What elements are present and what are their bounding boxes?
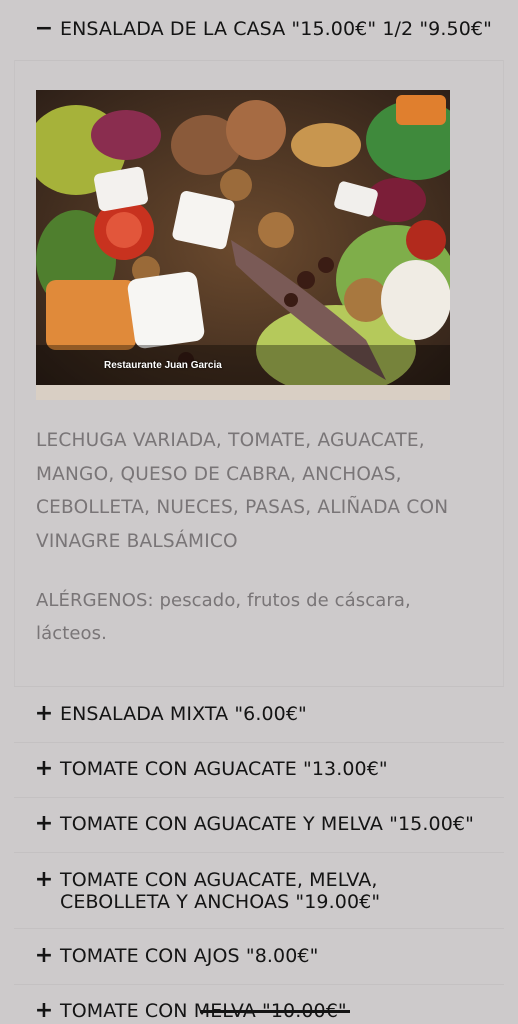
divider	[14, 852, 504, 853]
accordion-title: TOMATE CON AGUACATE, MELVA, CEBOLLETA Y …	[60, 869, 381, 913]
menu-page: − ENSALADA DE LA CASA "15.00€" 1/2 "9.50…	[0, 0, 518, 1024]
plus-icon: +	[34, 756, 54, 781]
plus-icon: +	[34, 811, 54, 836]
accordion-header-ensalada-de-la-casa[interactable]: − ENSALADA DE LA CASA "15.00€" 1/2 "9.50…	[14, 16, 504, 41]
accordion-title: ENSALADA MIXTA "6.00€"	[60, 703, 307, 725]
accordion-title: TOMATE CON AGUACATE "13.00€"	[60, 758, 388, 780]
minus-icon: −	[34, 16, 54, 41]
accordion-header-tomate-aguacate-melva-cebolleta-anchoas[interactable]: + TOMATE CON AGUACATE, MELVA, CEBOLLETA …	[14, 867, 504, 914]
divider	[14, 797, 504, 798]
accordion-title: TOMATE CON AJOS "8.00€"	[60, 945, 319, 967]
accordion-header-tomate-con-ajos[interactable]: + TOMATE CON AJOS "8.00€"	[14, 943, 504, 968]
accordion-header-ensalada-mixta[interactable]: + ENSALADA MIXTA "6.00€"	[14, 701, 504, 726]
divider	[14, 742, 504, 743]
accordion-header-tomate-con-aguacate[interactable]: + TOMATE CON AGUACATE "13.00€"	[14, 756, 504, 781]
strike-mark	[200, 1010, 350, 1013]
accordion-title: ENSALADA DE LA CASA "15.00€" 1/2 "9.50€"	[60, 18, 492, 40]
divider	[14, 686, 504, 687]
plus-icon: +	[34, 701, 54, 726]
plus-icon: +	[34, 867, 54, 892]
accordion-title: TOMATE CON AGUACATE Y MELVA "15.00€"	[60, 813, 474, 835]
plus-icon: +	[34, 943, 54, 968]
divider	[14, 928, 504, 929]
allergens-text: ALÉRGENOS: pescado, frutos de cáscara, l…	[36, 590, 411, 644]
dish-description: LECHUGA VARIADA, TOMATE, AGUACATE, MANGO…	[36, 430, 449, 552]
photo-caption: Restaurante Juan Garcia	[104, 360, 222, 371]
accordion-header-tomate-aguacate-melva[interactable]: + TOMATE CON AGUACATE Y MELVA "15.00€"	[14, 811, 504, 836]
divider	[14, 984, 504, 985]
salad-photo	[36, 90, 450, 400]
plus-icon: +	[34, 998, 54, 1023]
